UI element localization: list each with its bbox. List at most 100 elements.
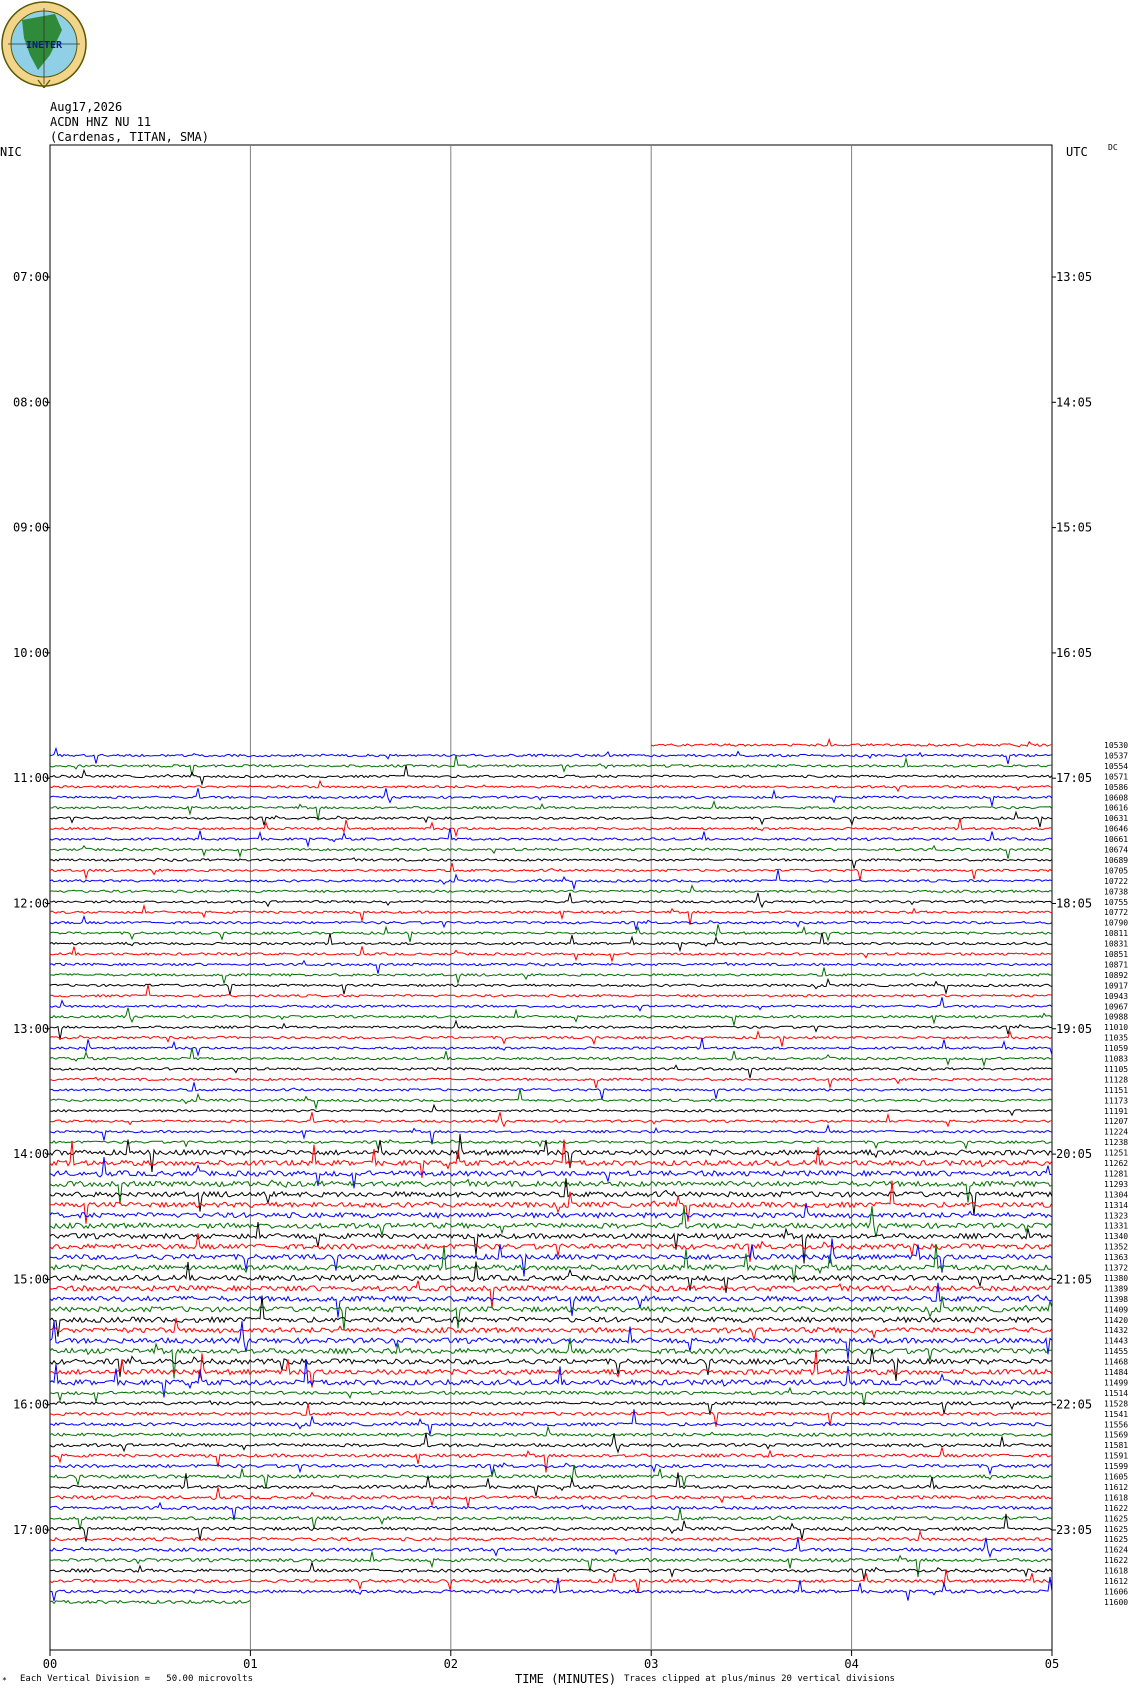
trace-value-label: 11105 (1104, 1065, 1128, 1074)
left-hour-label: 09:00 (13, 521, 49, 535)
trace-value-label: 11622 (1104, 1504, 1128, 1513)
seismic-trace (49, 884, 1053, 894)
seismic-trace (49, 1447, 1053, 1473)
trace-value-label: 10790 (1104, 919, 1128, 928)
trace-value-label: 11128 (1104, 1075, 1128, 1084)
trace-value-label: 11173 (1104, 1096, 1128, 1105)
seismic-trace (49, 892, 1053, 909)
trace-value-label: 11293 (1104, 1180, 1128, 1189)
trace-value-label: 10586 (1104, 783, 1128, 792)
trace-value-label: 11409 (1104, 1305, 1128, 1314)
clip-text: Traces clipped at plus/minus 20 vertical… (624, 1674, 895, 1684)
trace-value-label: 10689 (1104, 856, 1128, 865)
trace-value-label: 11541 (1104, 1410, 1128, 1419)
trace-value-label: 11443 (1104, 1337, 1128, 1346)
trace-value-label: 11599 (1104, 1462, 1128, 1471)
trace-value-label: 10530 (1104, 741, 1128, 750)
trace-value-label: 11389 (1104, 1284, 1128, 1293)
trace-value-label: 11304 (1104, 1190, 1128, 1199)
x-tick-label: 04 (844, 1657, 858, 1671)
axis-labels: 00 01 02 03 04 05 07:00 08:00 09:00 10:00 11:00 12:… (13, 270, 1128, 1671)
trace-value-label: 11314 (1104, 1201, 1128, 1210)
trace-value-label: 11622 (1104, 1556, 1128, 1565)
right-hour-label: 19:05 (1056, 1022, 1092, 1036)
left-hour-label: 17:00 (13, 1523, 49, 1537)
seismic-trace (49, 914, 1053, 930)
trace-value-label: 10811 (1104, 929, 1128, 938)
right-hour-label: 16:05 (1056, 646, 1092, 660)
trace-value-label: 11625 (1104, 1535, 1128, 1544)
seismic-trace (49, 959, 1053, 974)
trace-value-label: 11010 (1104, 1023, 1128, 1032)
seismic-trace (49, 1112, 1053, 1128)
seismic-trace (49, 1089, 1053, 1111)
seismic-trace (49, 869, 1053, 891)
seismic-trace (49, 828, 1053, 848)
seismic-trace (49, 1462, 1053, 1476)
trace-value-label: 10871 (1104, 960, 1128, 969)
plot-grid (46, 144, 1056, 1656)
seismic-trace (49, 1139, 1052, 1150)
seismic-trace (49, 1321, 1053, 1360)
trace-value-label: 10554 (1104, 762, 1128, 771)
x-tick-label: 01 (243, 1657, 257, 1671)
right-hour-label: 18:05 (1056, 897, 1092, 911)
trace-value-label: 10722 (1104, 877, 1128, 886)
seismic-trace (49, 755, 1053, 776)
trace-value-label: 11455 (1104, 1347, 1128, 1356)
seismic-trace (49, 1047, 1053, 1068)
seismic-trace (49, 857, 1053, 869)
seismic-trace (49, 779, 1053, 793)
trace-value-label: 11432 (1104, 1326, 1128, 1335)
right-hour-label: 17:05 (1056, 771, 1092, 785)
trace-value-label: 11340 (1104, 1232, 1128, 1241)
seismic-trace (49, 862, 1053, 881)
right-hour-label: 22:05 (1056, 1398, 1092, 1412)
trace-value-label: 11625 (1104, 1525, 1128, 1534)
trace-value-label: 11191 (1104, 1107, 1128, 1116)
x-tick-label: 00 (43, 1657, 57, 1671)
seismic-trace (49, 1082, 1053, 1100)
trace-value-label: 10943 (1104, 992, 1128, 1001)
trace-value-label: 11591 (1104, 1452, 1128, 1461)
left-hour-label: 14:00 (13, 1147, 49, 1161)
trace-value-label: 11251 (1104, 1149, 1128, 1158)
seismic-trace (49, 1178, 1053, 1204)
right-hour-label: 23:05 (1056, 1523, 1092, 1537)
seismic-trace (49, 977, 1053, 996)
seismic-trace (49, 1133, 1053, 1172)
trace-value-label: 11331 (1104, 1222, 1128, 1231)
trace-value-label: 11606 (1104, 1587, 1128, 1596)
right-hour-label: 21:05 (1056, 1272, 1092, 1286)
x-tick-label: 05 (1045, 1657, 1059, 1671)
seismic-trace (49, 946, 1053, 963)
trace-value-label: 10967 (1104, 1002, 1128, 1011)
seismic-trace (49, 1464, 1053, 1489)
star-glyph: * (2, 1676, 7, 1685)
trace-value-label: 11363 (1104, 1253, 1128, 1262)
trace-value-label: 11151 (1104, 1086, 1128, 1095)
trace-value-label: 11612 (1104, 1483, 1128, 1492)
left-hour-label: 08:00 (13, 395, 49, 409)
trace-value-label: 11224 (1104, 1128, 1128, 1137)
trace-value-label: 10831 (1104, 940, 1128, 949)
seismic-trace (49, 924, 1053, 943)
trace-value-label: 10988 (1104, 1013, 1128, 1022)
helicorder-plot: 00 01 02 03 04 05 07:00 08:00 09:00 10:00 11:00 12:… (13, 144, 1128, 1671)
trace-value-label: 11514 (1104, 1389, 1128, 1398)
seismic-trace (49, 1562, 1053, 1580)
seismic-trace (49, 967, 1053, 985)
seismic-trace (49, 1280, 1053, 1309)
trace-value-label: 11238 (1104, 1138, 1128, 1147)
seismic-trace (49, 810, 1053, 828)
trace-value-label: 10892 (1104, 971, 1128, 980)
trace-value-label: 10772 (1104, 908, 1128, 917)
seismic-trace (49, 932, 1053, 953)
trace-value-label: 11556 (1104, 1420, 1128, 1429)
seismic-trace (49, 746, 1053, 765)
trace-value-label: 10616 (1104, 804, 1128, 813)
trace-value-label: 10608 (1104, 793, 1128, 802)
seismic-trace (49, 1037, 1053, 1057)
trace-value-label: 11262 (1104, 1159, 1128, 1168)
trace-value-label: 11499 (1104, 1378, 1128, 1387)
